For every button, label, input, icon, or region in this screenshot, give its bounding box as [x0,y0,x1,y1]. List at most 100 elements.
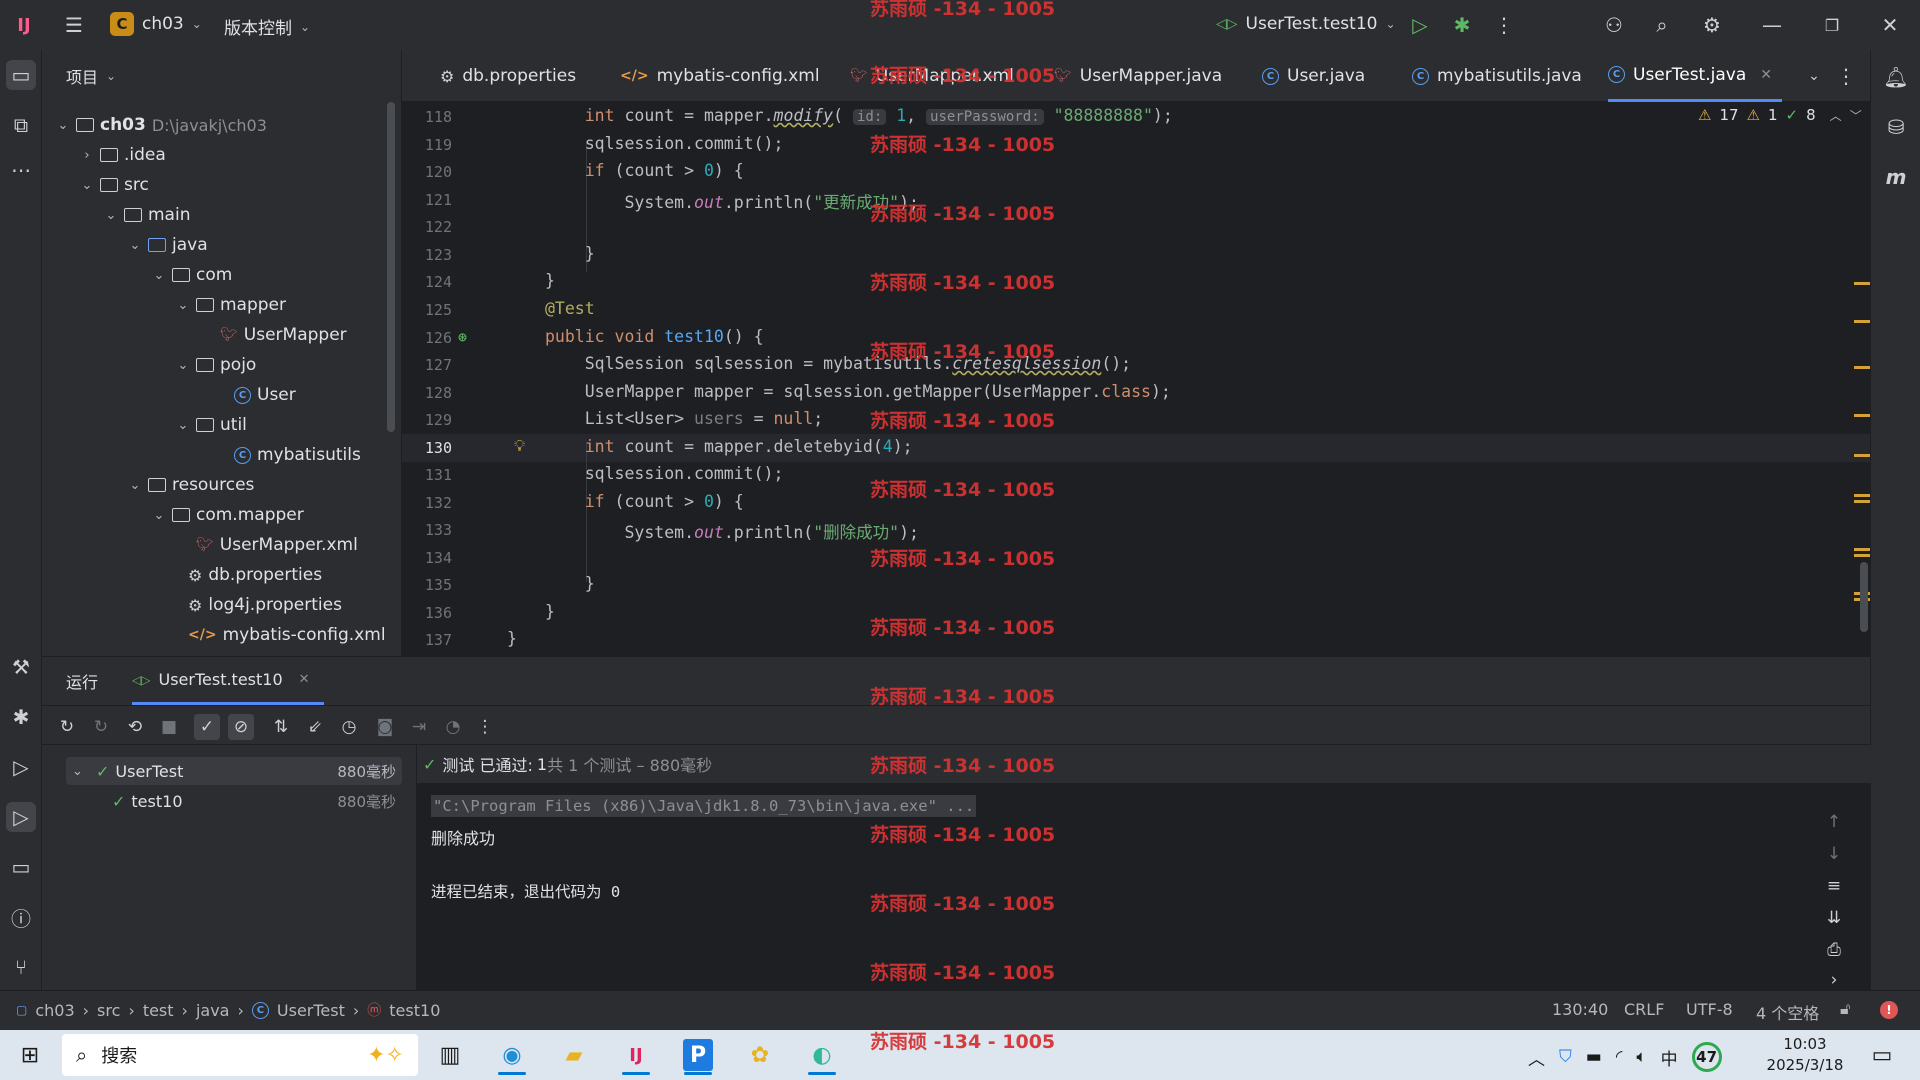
chevron-up-icon[interactable]: ︿ [1830,107,1842,124]
test-tree-row-usertest[interactable]: ⌄ ✓ UserTest 880毫秒 [66,757,402,785]
print-icon[interactable]: ⎙ [1821,937,1847,963]
error-stripe-mark[interactable] [1854,554,1870,557]
coverage-icon[interactable]: ◔ [440,714,466,740]
maven-icon[interactable]: m [1881,162,1911,192]
run-icon[interactable]: ▷ [1400,5,1440,45]
settings-gear-icon[interactable]: ⚙ [1692,5,1732,45]
build-hammer-icon[interactable]: ⚒ [6,652,36,682]
close-window-icon[interactable]: ✕ [1870,5,1910,45]
tree-item-resources[interactable]: ⌄ resources [128,470,255,500]
tab-usertest-java[interactable]: C UserTest.java ✕ [1608,50,1782,102]
taskbar-clock[interactable]: 10:03 2025/3/18 [1760,1034,1850,1076]
lightbulb-icon[interactable]: 💡︎ [514,436,525,456]
input-method-label[interactable]: 中 [1661,1045,1678,1070]
indent-setting[interactable]: 4 个空格 [1756,1000,1819,1024]
tree-item-util[interactable]: ⌄ util [176,410,247,440]
import-tests-icon[interactable]: ⇙ [302,714,328,740]
cursor-position[interactable]: 130:40 [1552,1000,1608,1019]
more-actions-icon[interactable]: ⋮ [1484,5,1524,45]
export-icon[interactable]: ⇥ [406,714,432,740]
debug-bug-icon[interactable]: ✱ [6,702,36,732]
project-scrollbar[interactable] [387,102,395,432]
terminal-icon[interactable]: ▭ [6,852,36,882]
code-editor[interactable]: ⚠ 17 ⚠ 1 ✓ 8 ︿ ﹀ 118 119 120 121 122 123 12… [402,102,1870,654]
app-wave-icon[interactable]: ◐ [800,1035,844,1075]
services-icon[interactable]: ▷ [6,752,36,782]
rerun-icon[interactable]: ↻ [54,714,80,740]
minimize-icon[interactable]: — [1752,5,1792,45]
app-logo-icon[interactable]: IJ [4,5,44,45]
search-icon[interactable]: ⌕ [1642,5,1682,45]
line-separator[interactable]: CRLF [1624,1000,1664,1019]
file-explorer-icon[interactable]: ▰ [552,1035,596,1075]
tab-more-icon[interactable]: ⋮ [1826,56,1866,96]
editor-scrollbar[interactable] [1860,562,1868,632]
toggle-auto-test-icon[interactable]: ⟲ [122,714,148,740]
shield-icon[interactable]: ⛉ [1559,1047,1572,1067]
tab-db-properties[interactable]: ⚙ db.properties [440,50,576,102]
tree-item-pojo[interactable]: ⌄ pojo [176,350,257,380]
error-stripe-mark[interactable] [1854,414,1870,417]
error-stripe-mark[interactable] [1854,548,1870,551]
tab-run-config[interactable]: ◁▷ UserTest.test10 ✕ [132,657,324,705]
notification-count-badge[interactable]: 47 [1691,1042,1722,1072]
history-clock-icon[interactable]: ◷ [336,714,362,740]
scroll-down-arrow-icon[interactable]: ↓ [1821,841,1847,867]
sort-icon[interactable]: ⇅ [268,714,294,740]
edge-browser-icon[interactable]: ◉ [490,1035,534,1075]
inspection-widget[interactable]: ⚠ 17 ⚠ 1 ✓ 8 ︿ ﹀ [1698,106,1862,124]
rerun-failed-icon[interactable]: ↻ [88,714,114,740]
windows-start-icon[interactable]: ⊞ [8,1035,52,1075]
tree-item-mybatisutils[interactable]: C mybatisutils [234,440,361,470]
error-stripe-mark[interactable] [1854,320,1870,323]
tree-item-ch03[interactable]: ⌄ ch03 D:\javakj\ch03 [56,110,267,140]
breadcrumb-item[interactable]: test10 [389,1001,440,1020]
error-indicator-icon[interactable]: ! [1880,1001,1898,1019]
tree-item-mapper[interactable]: ⌄ mapper [176,290,286,320]
run-test-gutter-icon[interactable]: ⊛ [458,328,467,346]
app-flower-icon[interactable]: ✿ [738,1035,782,1075]
show-passed-check-icon[interactable]: ✓ [194,714,220,740]
scroll-to-end-icon[interactable]: ⇊ [1821,905,1847,931]
tab-usermapper-xml[interactable]: 🐦︎ UserMapper.xml [850,50,1014,102]
tree-item-db-properties[interactable]: ⚙ db.properties [188,560,322,590]
breadcrumb-item[interactable]: ch03 [35,1001,74,1020]
tree-item-idea[interactable]: › .idea [80,140,165,170]
notifications-bell-icon[interactable]: 🔔︎ [1881,62,1911,92]
tree-item-log4j-properties[interactable]: ⚙ log4j.properties [188,590,342,620]
chevron-down-icon[interactable]: ﹀ [1850,107,1862,124]
volume-icon[interactable]: 🔈︎ [1636,1047,1646,1067]
breadcrumb-item[interactable]: UserTest [277,1001,345,1020]
vcs-menu[interactable]: 版本控制 ⌄ [224,14,310,39]
tree-item-java[interactable]: ⌄ java [128,230,208,260]
project-panel-header[interactable]: 项目 ⌄ [42,50,401,102]
tree-item-com-mapper[interactable]: ⌄ com.mapper [152,500,304,530]
project-tool-folder-icon[interactable]: ▭ [6,60,36,90]
taskbar-search-box[interactable]: ⌕ 搜索 ✦✧ [62,1034,418,1076]
structure-icon[interactable]: ⧉ [6,110,36,140]
notification-center-icon[interactable]: ▭ [1860,1035,1904,1075]
tab-usermapper-java[interactable]: 🐦︎ UserMapper.java [1054,50,1222,102]
code-with-me-icon[interactable]: ⚇ [1594,5,1634,45]
more-options-icon[interactable]: ⋮ [472,714,498,740]
error-stripe-mark[interactable] [1854,494,1870,497]
console-output[interactable]: ✓ 测试 已通过: 1 共 1 个测试 – 880毫秒 "C:\Program … [416,745,1871,991]
error-stripe-mark[interactable] [1854,500,1870,503]
show-ignored-icon[interactable]: ⊘ [228,714,254,740]
maximize-icon[interactable]: ❐ [1812,5,1852,45]
test-tree-row-test10[interactable]: ✓ test10 880毫秒 [66,787,402,815]
breadcrumb-item[interactable]: src [97,1001,120,1020]
project-switcher[interactable]: C ch03 ⌄ [110,12,202,36]
task-view-icon[interactable]: ▥ [428,1035,472,1075]
debug-icon[interactable]: ✱ [1442,5,1482,45]
tab-user-java[interactable]: C User.java [1262,50,1365,102]
tree-item-usermapper-xml[interactable]: 🐦︎ UserMapper.xml [196,530,358,560]
intellij-idea-icon[interactable]: IJ [614,1035,658,1075]
tab-mybatis-config-xml[interactable]: </> mybatis-config.xml [620,50,820,102]
soft-wrap-icon[interactable]: ≡ [1821,873,1847,899]
readonly-lock-icon[interactable]: 🔓︎ [1840,999,1850,1019]
close-tab-icon[interactable]: ✕ [299,672,310,687]
tree-item-mybatis-config-xml[interactable]: </> mybatis-config.xml [188,620,386,650]
problems-icon[interactable]: ⓘ [6,902,36,932]
close-tab-icon[interactable]: ✕ [1760,67,1772,83]
